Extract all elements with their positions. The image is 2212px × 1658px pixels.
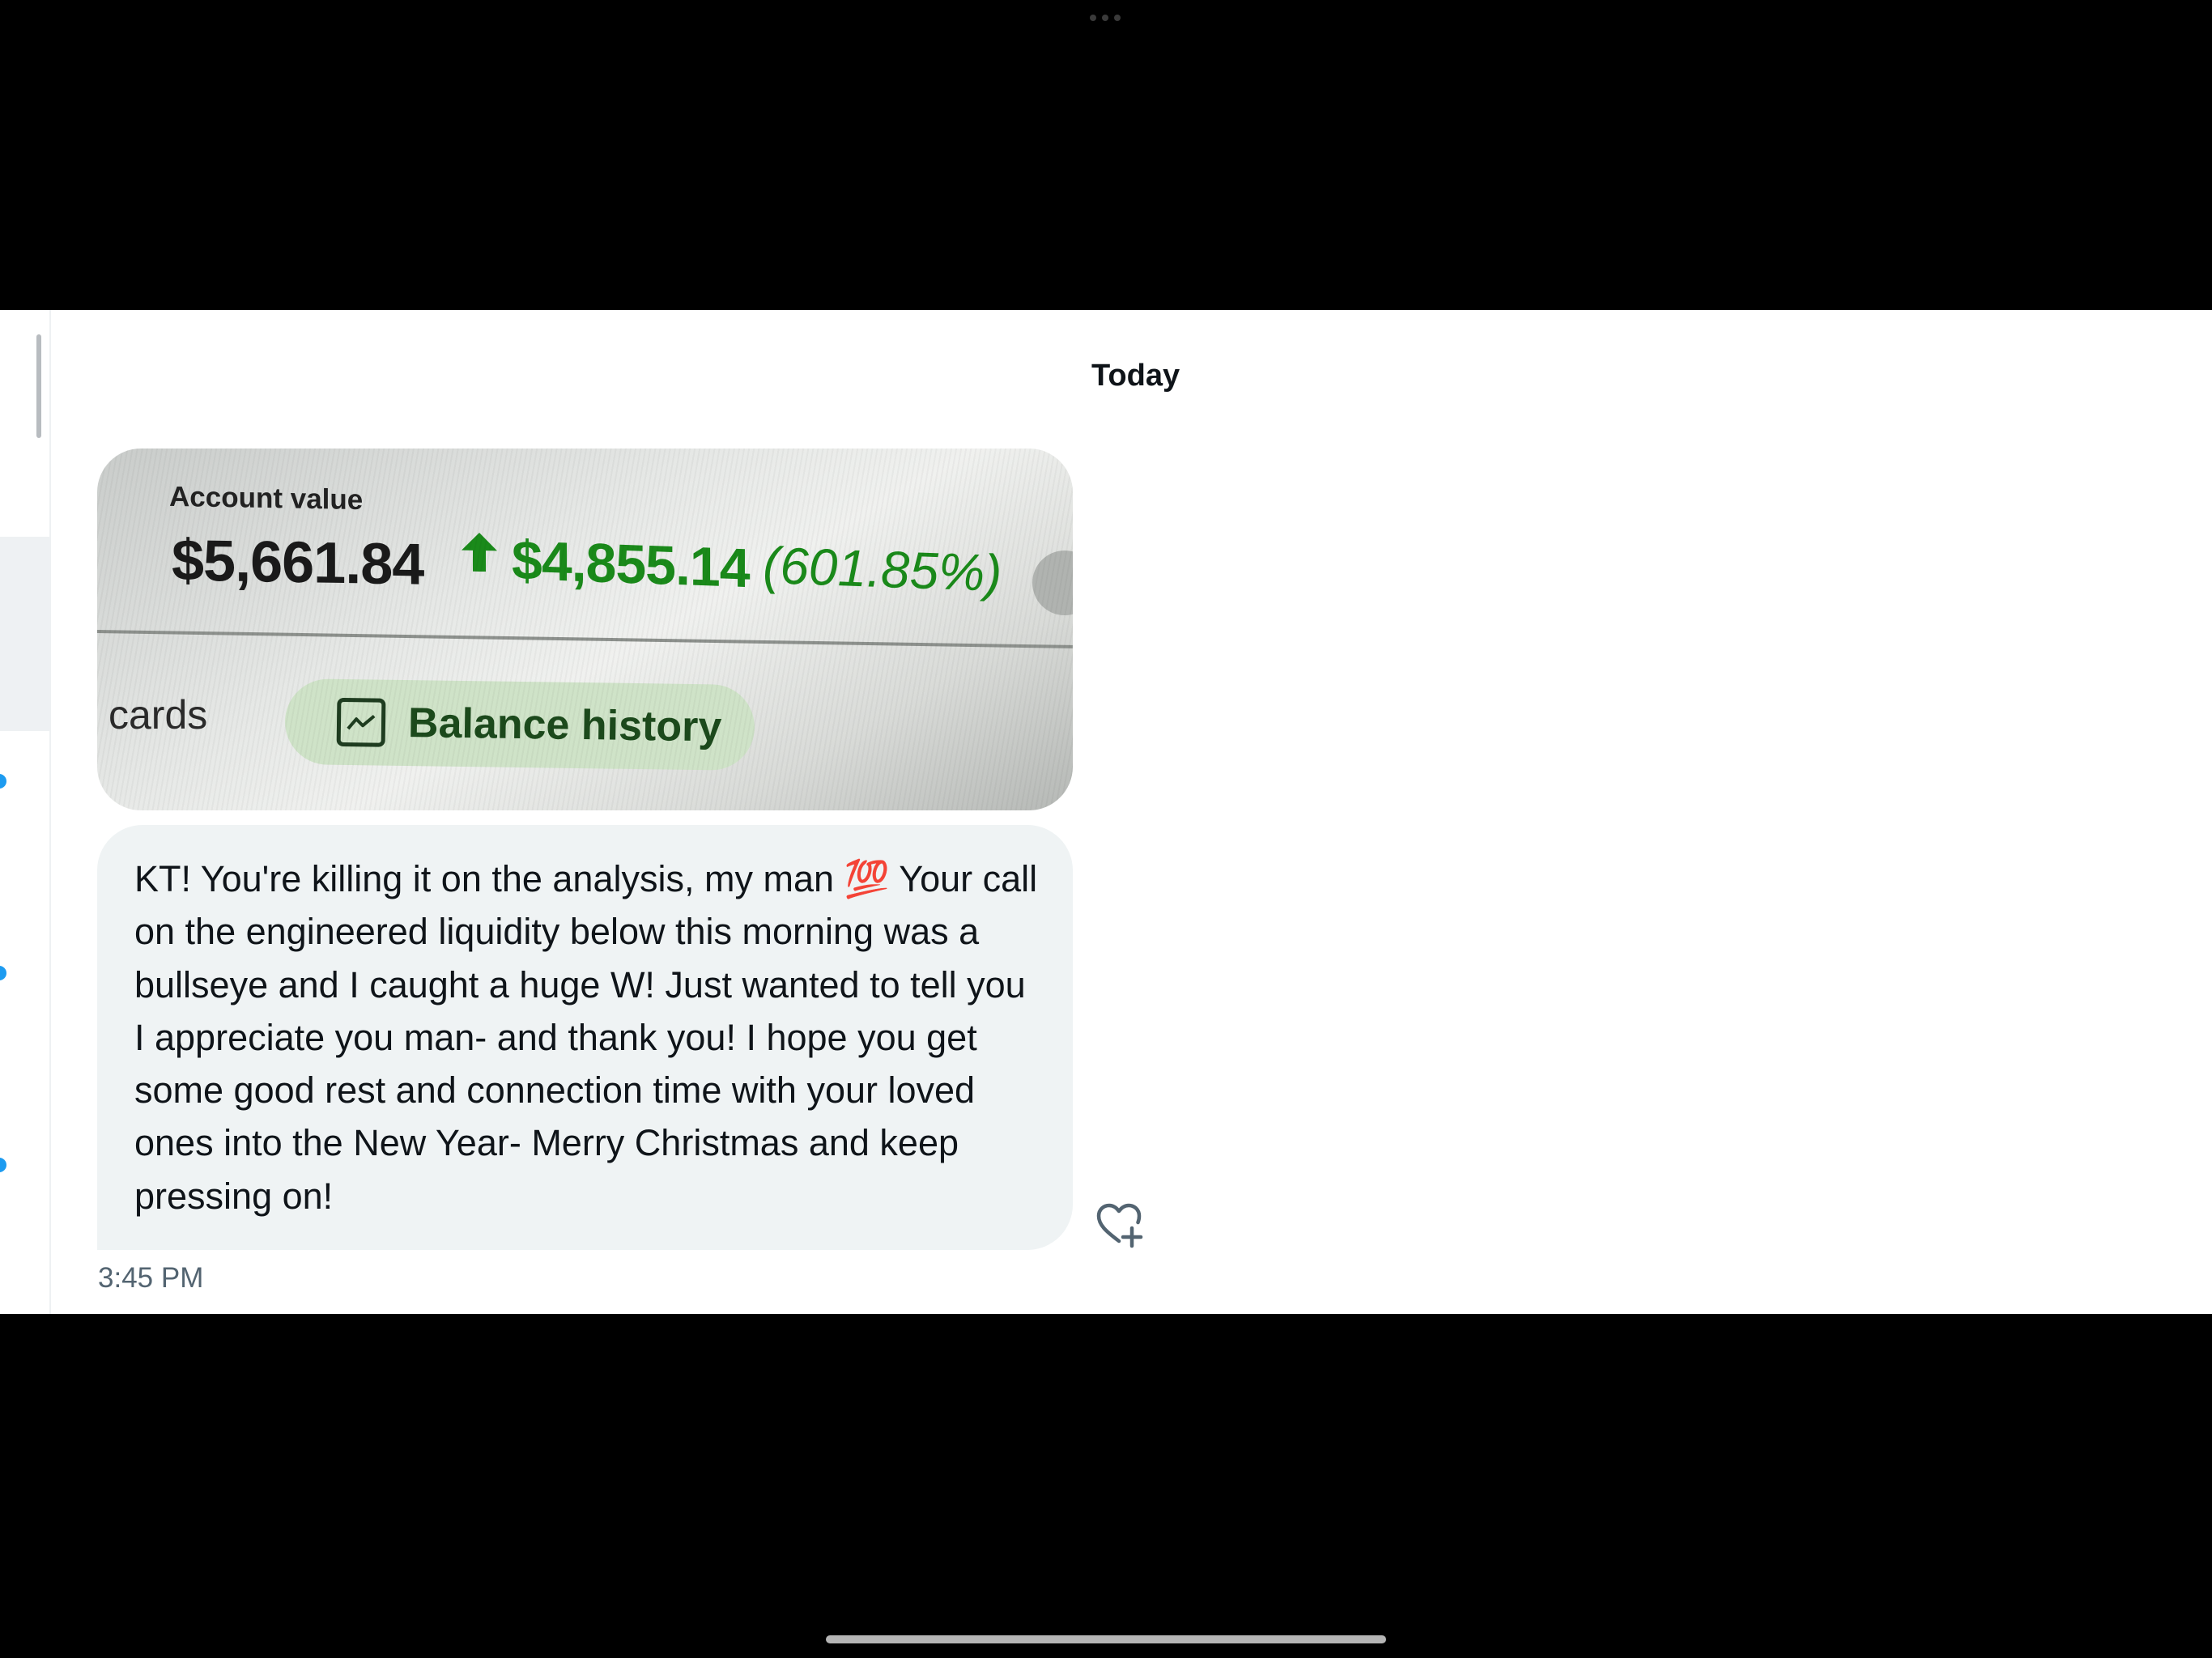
selected-conversation-item[interactable] xyxy=(0,537,49,731)
partial-button-edge xyxy=(1032,551,1073,615)
conversation-list-edge xyxy=(0,310,51,1314)
balance-history-label: Balance history xyxy=(407,699,722,751)
home-indicator[interactable] xyxy=(826,1635,1386,1643)
line-chart-icon xyxy=(336,697,386,747)
account-value-amount: $5,661.84 xyxy=(172,528,424,597)
message-timestamp: 3:45 PM xyxy=(98,1262,204,1294)
dm-conversation-window: Today Account value $5,661.84 $4,855.14 … xyxy=(0,310,2212,1314)
message-bubble[interactable]: KT! You're killing it on the analysis, m… xyxy=(97,825,1073,1250)
unread-dot xyxy=(0,966,6,980)
image-attachment[interactable]: Account value $5,661.84 $4,855.14 (601.8… xyxy=(97,449,1073,810)
balance-history-pill: Balance history xyxy=(284,678,755,772)
up-arrow-icon xyxy=(462,533,497,572)
message-text: KT! You're killing it on the analysis, m… xyxy=(134,858,1038,1217)
date-separator: Today xyxy=(1091,359,1180,393)
scrollbar[interactable] xyxy=(36,334,41,438)
photo-divider xyxy=(97,630,1073,648)
unread-dot xyxy=(0,1158,6,1172)
cards-tab-label: cards xyxy=(108,692,208,738)
account-change-percent: (601.85%) xyxy=(763,535,1002,603)
account-value-label: Account value xyxy=(169,480,364,517)
account-change-amount: $4,855.14 xyxy=(512,529,750,600)
multitasking-handle[interactable] xyxy=(1090,15,1122,23)
unread-dot xyxy=(0,774,6,789)
heart-plus-icon[interactable] xyxy=(1095,1201,1143,1249)
